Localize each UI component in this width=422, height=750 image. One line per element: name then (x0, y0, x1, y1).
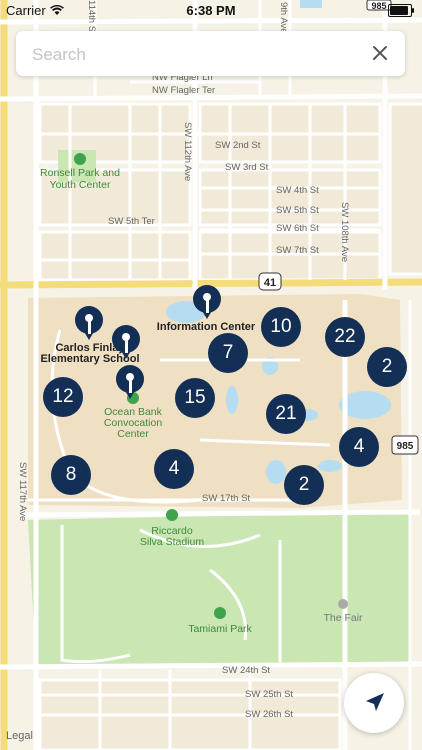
search-input[interactable] (30, 31, 364, 78)
location-cluster[interactable]: 2 (367, 347, 407, 387)
location-cluster[interactable]: 7 (208, 333, 248, 373)
location-cluster[interactable]: 10 (261, 307, 301, 347)
battery-icon (388, 4, 414, 17)
location-cluster[interactable]: 2 (284, 465, 324, 505)
poi-label: Ronsell Park and (40, 167, 120, 179)
poi-label: Youth Center (50, 179, 111, 191)
poi-label: Tamiami Park (188, 623, 252, 635)
clock: 6:38 PM (186, 3, 236, 18)
location-cluster[interactable]: 21 (266, 394, 306, 434)
map-pin-icon[interactable] (116, 365, 144, 405)
highway-41-label: 41 (264, 277, 276, 289)
location-cluster[interactable]: 4 (339, 427, 379, 467)
search-bar (16, 31, 405, 78)
location-cluster[interactable]: 12 (43, 377, 83, 417)
map-pin-icon[interactable] (112, 325, 140, 365)
status-bar: Carrier 6:38 PM (0, 0, 422, 22)
sr-985-shield: 985 (391, 435, 419, 455)
highway-41-shield: 41 (258, 272, 282, 291)
street-label: NW Flagler Ter (152, 85, 215, 96)
location-cluster[interactable]: 15 (175, 378, 215, 418)
street-label: SW 3rd St (225, 162, 269, 173)
street-label: SW 24th St (222, 665, 270, 676)
street-label: SW 7th St (276, 245, 319, 256)
map-pin-icon[interactable] (75, 306, 103, 346)
poi-label: The Fair (323, 612, 363, 624)
street-label: SW 6th St (276, 223, 319, 234)
sr-985-label: 985 (397, 441, 414, 452)
poi-label: Silva Stadium (140, 536, 204, 548)
locate-me-button[interactable] (344, 673, 404, 733)
street-label: SW 5th Ter (108, 216, 155, 227)
street-label: SW 108th Ave (339, 202, 350, 262)
street-label: SW 117th Ave (17, 462, 28, 521)
battery-fill (390, 6, 408, 15)
street-label: SW 112th Ave (182, 122, 193, 181)
street-label: SW 25th St (245, 689, 293, 700)
street-label: SW 4th St (276, 185, 319, 196)
location-cluster[interactable]: 8 (51, 455, 91, 495)
street-label: SW 2nd St (215, 140, 261, 151)
map-view[interactable]: 41 985 985 NW Flagler Ln NW Flagler Ter … (0, 0, 422, 750)
street-label: SW 17th St (202, 493, 250, 504)
clear-icon[interactable] (369, 42, 391, 64)
street-label: SW 5th St (276, 205, 319, 216)
street-label: SW 26th St (245, 709, 293, 720)
landmark-icon (338, 599, 348, 609)
legal-link[interactable]: Legal (6, 730, 33, 742)
map-pin-icon[interactable] (193, 285, 221, 325)
navigation-arrow-icon (366, 693, 384, 711)
poi-label: Center (117, 428, 149, 440)
location-cluster[interactable]: 4 (154, 449, 194, 489)
location-cluster[interactable]: 22 (325, 317, 365, 357)
